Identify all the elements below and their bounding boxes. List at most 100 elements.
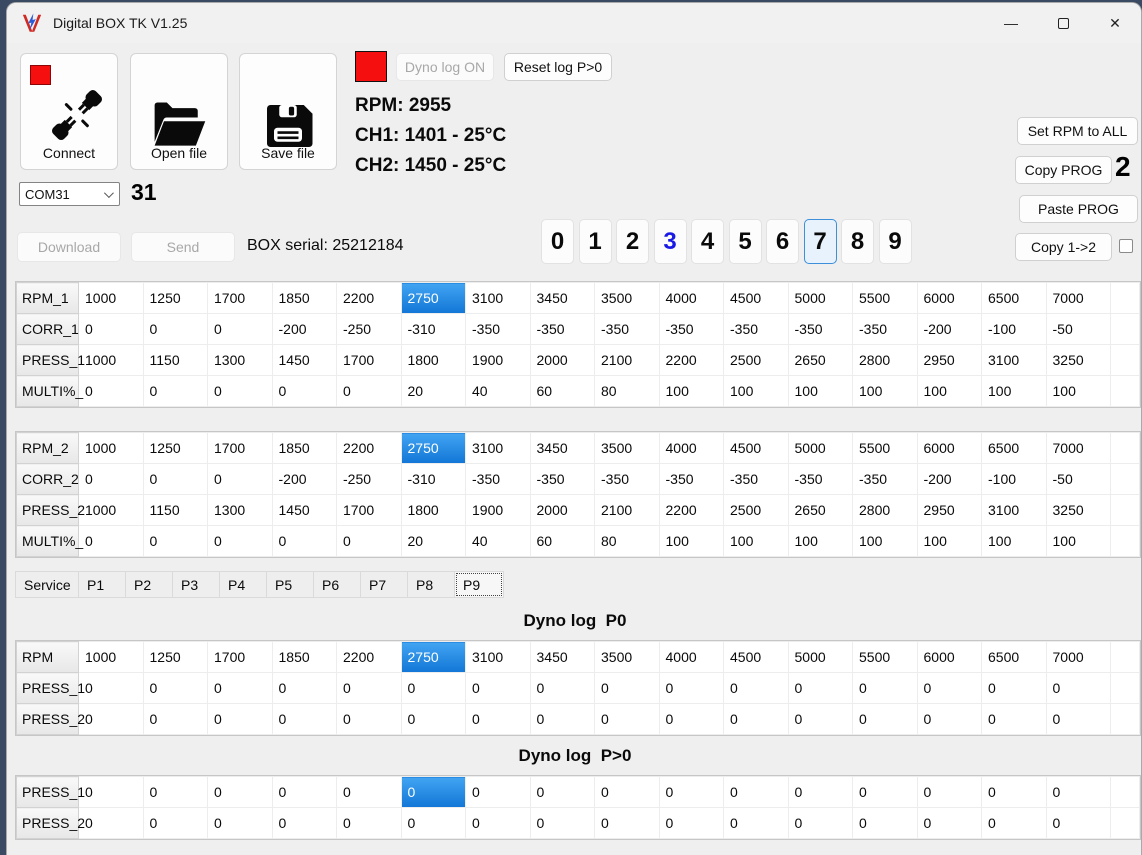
cell[interactable]: 2200 (336, 641, 402, 673)
cell[interactable]: 0 (787, 776, 853, 808)
cell[interactable]: 100 (723, 525, 789, 557)
cell[interactable]: -350 (465, 313, 531, 345)
prog-digit-6[interactable]: 6 (766, 219, 799, 264)
cell[interactable]: 5000 (787, 432, 853, 464)
cell[interactable]: 0 (723, 703, 789, 735)
cell[interactable]: 0 (658, 807, 724, 839)
cell[interactable]: 0 (1045, 703, 1111, 735)
cell[interactable]: -350 (594, 463, 660, 495)
cell[interactable]: 7000 (1045, 432, 1111, 464)
cell[interactable]: 0 (271, 807, 337, 839)
save-file-button[interactable]: Save file (239, 53, 337, 170)
cell[interactable]: 6000 (916, 282, 982, 314)
cell[interactable]: 0 (400, 672, 466, 704)
prog-digit-2[interactable]: 2 (616, 219, 649, 264)
cell[interactable]: 0 (336, 672, 402, 704)
cell[interactable]: 0 (336, 375, 402, 407)
copy-1-to-2-button[interactable]: Copy 1->2 (1015, 233, 1112, 261)
cell[interactable]: 0 (271, 375, 337, 407)
reset-log-button[interactable]: Reset log P>0 (504, 53, 612, 81)
cell[interactable]: 0 (142, 375, 208, 407)
cell[interactable]: 0 (336, 776, 402, 808)
cell[interactable]: 2650 (787, 344, 853, 376)
cell[interactable]: 0 (207, 703, 273, 735)
tab-p5[interactable]: P5 (266, 571, 314, 598)
copy-1-to-2-checkbox[interactable] (1119, 239, 1133, 253)
copy-prog-button[interactable]: Copy PROG (1015, 156, 1112, 184)
cell[interactable]: 0 (400, 703, 466, 735)
cell[interactable]: 3500 (594, 432, 660, 464)
cell[interactable]: 0 (465, 703, 531, 735)
cell[interactable]: 1700 (336, 344, 402, 376)
cell[interactable]: 5000 (787, 641, 853, 673)
cell[interactable]: 0 (142, 525, 208, 557)
prog-digit-0[interactable]: 0 (541, 219, 574, 264)
cell[interactable]: 3100 (465, 432, 531, 464)
dyno-log-on-button[interactable]: Dyno log ON (396, 53, 494, 81)
cell[interactable]: 0 (207, 375, 273, 407)
cell[interactable]: 4000 (658, 282, 724, 314)
cell[interactable]: 0 (1045, 776, 1111, 808)
cell[interactable]: 0 (336, 807, 402, 839)
cell[interactable]: 0 (852, 807, 918, 839)
cell[interactable]: 0 (787, 672, 853, 704)
cell[interactable]: 100 (981, 525, 1047, 557)
cell[interactable]: 0 (594, 807, 660, 839)
cell[interactable]: 80 (594, 375, 660, 407)
cell[interactable]: 2200 (336, 282, 402, 314)
prog-digit-1[interactable]: 1 (578, 219, 612, 264)
cell[interactable]: 5500 (852, 282, 918, 314)
cell[interactable]: 4500 (723, 282, 789, 314)
cell[interactable]: 2750 (400, 282, 466, 314)
cell[interactable]: 3100 (465, 282, 531, 314)
cell[interactable]: 0 (142, 672, 208, 704)
cell[interactable]: 2200 (658, 344, 724, 376)
cell[interactable]: 0 (916, 776, 982, 808)
cell[interactable]: 2200 (336, 432, 402, 464)
prog-digit-4[interactable]: 4 (691, 219, 724, 264)
cell[interactable]: 1250 (142, 282, 208, 314)
cell[interactable]: 0 (594, 672, 660, 704)
cell[interactable]: -200 (916, 313, 982, 345)
cell[interactable]: 60 (529, 525, 595, 557)
cell[interactable]: -250 (336, 313, 402, 345)
cell[interactable]: 4000 (658, 432, 724, 464)
cell[interactable]: 0 (336, 525, 402, 557)
cell[interactable]: 0 (207, 313, 273, 345)
cell[interactable]: 6000 (916, 641, 982, 673)
cell[interactable]: 1850 (271, 641, 337, 673)
cell[interactable]: 1450 (271, 344, 337, 376)
cell[interactable]: 7000 (1045, 641, 1111, 673)
cell[interactable]: 0 (465, 776, 531, 808)
cell[interactable]: -50 (1045, 463, 1111, 495)
cell[interactable]: 0 (78, 776, 144, 808)
cell[interactable]: 3100 (981, 494, 1047, 526)
cell[interactable]: -350 (852, 463, 918, 495)
prog-digit-8[interactable]: 8 (841, 219, 874, 264)
cell[interactable]: 0 (529, 672, 595, 704)
tab-p3[interactable]: P3 (172, 571, 220, 598)
cell[interactable]: -350 (465, 463, 531, 495)
cell[interactable]: 1700 (207, 641, 273, 673)
cell[interactable]: 80 (594, 525, 660, 557)
cell[interactable]: 2100 (594, 344, 660, 376)
cell[interactable]: -310 (400, 463, 466, 495)
download-button[interactable]: Download (17, 232, 121, 262)
cell[interactable]: 100 (981, 375, 1047, 407)
cell[interactable]: 0 (787, 807, 853, 839)
cell[interactable]: 0 (981, 672, 1047, 704)
cell[interactable]: 0 (658, 672, 724, 704)
cell[interactable]: 0 (529, 807, 595, 839)
cell[interactable]: 1450 (271, 494, 337, 526)
cell[interactable]: 1900 (465, 494, 531, 526)
cell[interactable]: 0 (142, 463, 208, 495)
cell[interactable]: -50 (1045, 313, 1111, 345)
cell[interactable]: 0 (207, 776, 273, 808)
tab-p1[interactable]: P1 (78, 571, 126, 598)
tab-service[interactable]: Service (15, 571, 79, 598)
cell[interactable]: 40 (465, 525, 531, 557)
cell[interactable]: 1300 (207, 344, 273, 376)
cell[interactable]: 3450 (529, 641, 595, 673)
prog-digit-5[interactable]: 5 (728, 219, 762, 264)
cell[interactable]: 0 (142, 313, 208, 345)
